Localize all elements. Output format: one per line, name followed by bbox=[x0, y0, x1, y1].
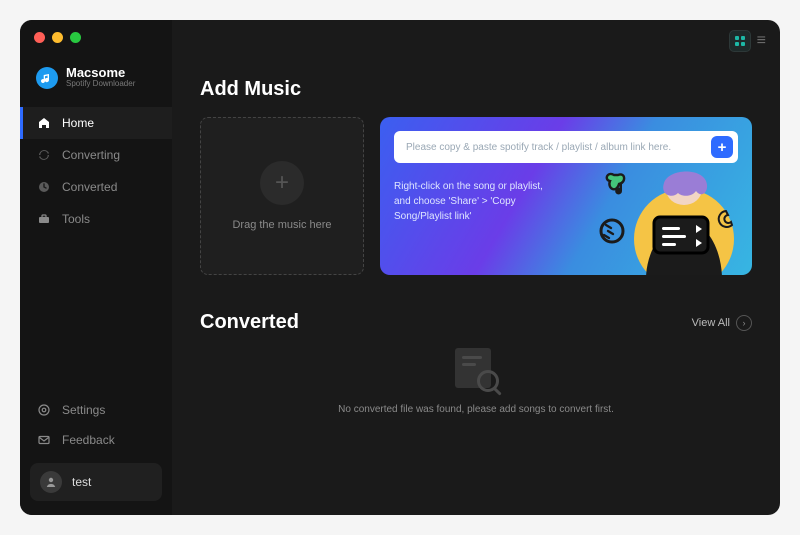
sidebar: Macsome Spotify Downloader Home Converti… bbox=[20, 20, 172, 515]
clock-icon bbox=[36, 179, 52, 195]
link-hint: Right-click on the song or playlist, and… bbox=[394, 179, 544, 224]
empty-message: No converted file was found, please add … bbox=[338, 404, 614, 415]
brand-subtitle: Spotify Downloader bbox=[66, 80, 135, 89]
secondary-nav: Settings Feedback bbox=[20, 395, 172, 455]
sidebar-item-label: Converted bbox=[62, 180, 117, 194]
close-icon[interactable] bbox=[34, 32, 45, 43]
converted-empty-state: No converted file was found, please add … bbox=[200, 348, 752, 415]
account-box[interactable]: test bbox=[30, 463, 162, 501]
empty-search-icon bbox=[449, 348, 503, 392]
home-icon bbox=[36, 115, 52, 131]
plus-icon: + bbox=[260, 161, 304, 205]
app-logo: Macsome Spotify Downloader bbox=[20, 60, 172, 107]
account-username: test bbox=[72, 475, 91, 489]
music-dropzone[interactable]: + Drag the music here bbox=[200, 117, 364, 275]
sidebar-item-converting[interactable]: Converting bbox=[20, 139, 172, 171]
brand-name: Macsome bbox=[66, 66, 135, 80]
mail-icon bbox=[36, 432, 52, 448]
toolbox-icon bbox=[36, 211, 52, 227]
card-illustration bbox=[546, 161, 746, 275]
app-window: ≡ Macsome Spotify Downloader Home Conver… bbox=[20, 20, 780, 515]
logo-badge-icon bbox=[36, 67, 58, 89]
link-card: Please copy & paste spotify track / play… bbox=[380, 117, 752, 275]
sidebar-item-label: Home bbox=[62, 116, 94, 130]
dropzone-label: Drag the music here bbox=[232, 219, 331, 231]
gear-icon bbox=[36, 402, 52, 418]
sidebar-item-label: Tools bbox=[62, 212, 90, 226]
sidebar-item-feedback[interactable]: Feedback bbox=[20, 425, 172, 455]
avatar-icon bbox=[40, 471, 62, 493]
sidebar-item-label: Feedback bbox=[62, 433, 115, 447]
sidebar-item-tools[interactable]: Tools bbox=[20, 203, 172, 235]
add-link-button[interactable]: + bbox=[711, 136, 733, 158]
add-music-title: Add Music bbox=[200, 78, 752, 101]
chevron-right-icon: › bbox=[736, 315, 752, 331]
view-all-button[interactable]: View All › bbox=[692, 315, 752, 331]
add-music-row: + Drag the music here Please copy & past… bbox=[200, 117, 752, 275]
sidebar-item-label: Settings bbox=[62, 403, 105, 417]
view-all-label: View All bbox=[692, 317, 730, 329]
sidebar-item-settings[interactable]: Settings bbox=[20, 395, 172, 425]
window-traffic-lights bbox=[34, 32, 81, 43]
main-content: Add Music + Drag the music here Please c… bbox=[172, 20, 780, 515]
refresh-icon bbox=[36, 147, 52, 163]
link-input-bar[interactable]: Please copy & paste spotify track / play… bbox=[394, 131, 738, 163]
link-input-placeholder: Please copy & paste spotify track / play… bbox=[406, 142, 703, 153]
converted-header: Converted View All › bbox=[200, 311, 752, 334]
sidebar-item-home[interactable]: Home bbox=[20, 107, 172, 139]
sidebar-item-label: Converting bbox=[62, 148, 120, 162]
primary-nav: Home Converting Converted Tools bbox=[20, 107, 172, 235]
maximize-icon[interactable] bbox=[70, 32, 81, 43]
converted-title: Converted bbox=[200, 311, 299, 334]
sidebar-item-converted[interactable]: Converted bbox=[20, 171, 172, 203]
minimize-icon[interactable] bbox=[52, 32, 63, 43]
